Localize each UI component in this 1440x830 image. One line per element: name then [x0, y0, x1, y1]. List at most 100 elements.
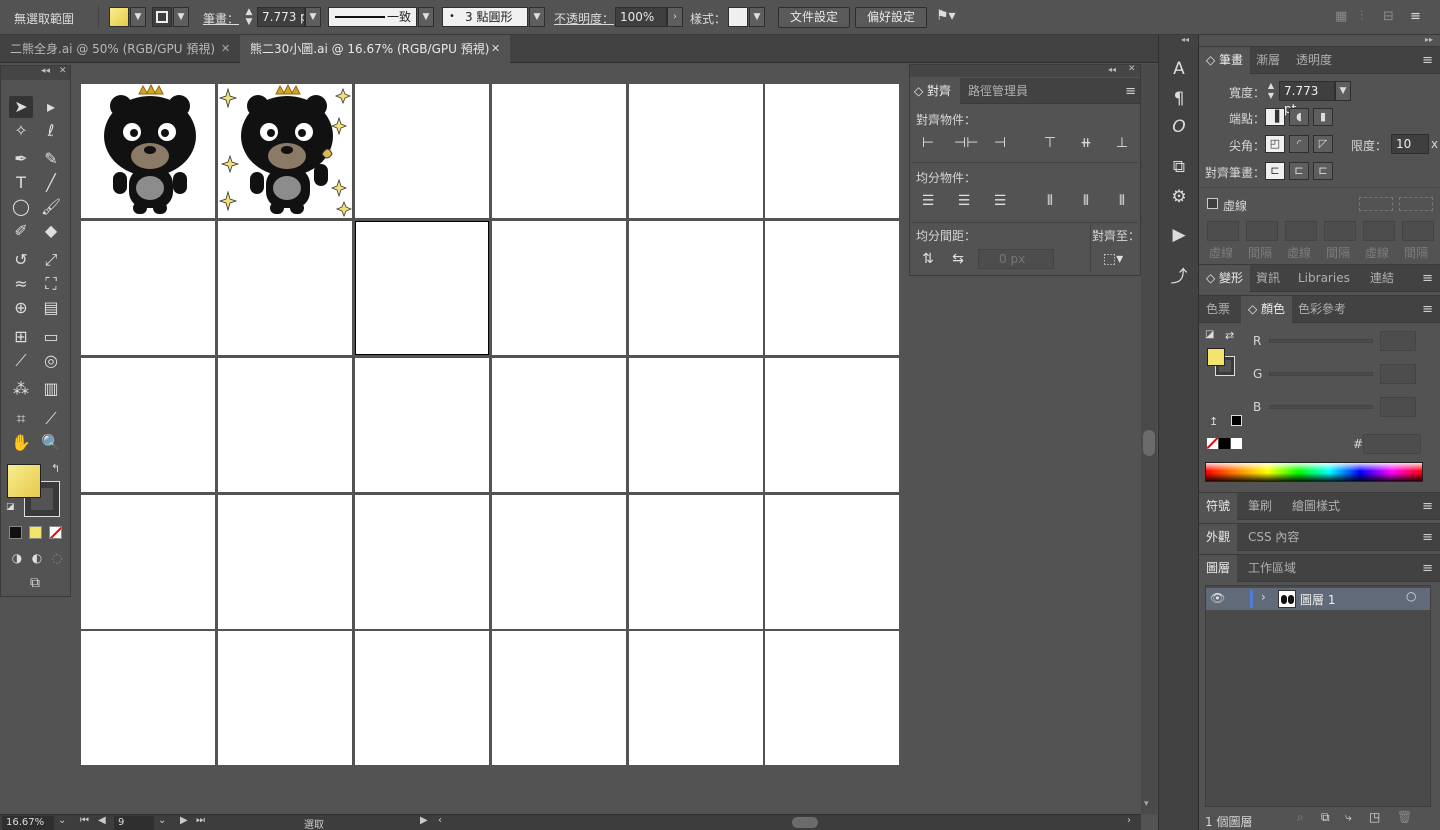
- round-join-icon[interactable]: ◜: [1289, 135, 1309, 153]
- distribute-horizontal-center-icon[interactable]: ⦀: [1076, 191, 1096, 211]
- eraser-tool-icon[interactable]: ◆: [39, 220, 63, 242]
- shape-builder-tool-icon[interactable]: ⊕: [9, 297, 33, 319]
- close-icon[interactable]: ✕: [491, 35, 500, 63]
- stroke-weight-input[interactable]: 7.773 pt: [1279, 81, 1335, 116]
- style-swatch[interactable]: [728, 7, 748, 27]
- tab-document-1[interactable]: 二熊全身.ai @ 50% (RGB/GPU 預視): [0, 35, 240, 63]
- scroll-thumb[interactable]: [1143, 430, 1155, 456]
- tab-pathfinder[interactable]: 路徑管理員: [968, 78, 1028, 104]
- align-horizontal-center-icon[interactable]: ⊣⊢: [954, 133, 978, 153]
- locate-object-icon[interactable]: ⌕: [1297, 810, 1304, 825]
- tab-brushes[interactable]: 筆刷: [1241, 493, 1279, 520]
- properties-gear-icon[interactable]: ⚙: [1167, 185, 1191, 209]
- channel-r-slider[interactable]: [1269, 339, 1373, 343]
- first-artboard-icon[interactable]: ⏮: [80, 815, 89, 826]
- none-mode-icon[interactable]: [49, 526, 62, 539]
- artboard[interactable]: [81, 495, 215, 629]
- style-dropdown[interactable]: ▼: [749, 7, 765, 27]
- dash-input[interactable]: [1207, 221, 1239, 241]
- width-tool-icon[interactable]: ≈: [9, 273, 33, 295]
- rotate-tool-icon[interactable]: ↺: [9, 249, 33, 271]
- artboard[interactable]: [629, 631, 763, 765]
- arrange-documents-icon[interactable]: ⚑▾: [936, 8, 956, 24]
- tab-align[interactable]: ◇ 對齊: [910, 78, 960, 104]
- tab-gradient[interactable]: 漸層: [1249, 47, 1287, 74]
- zoom-input[interactable]: 16.67%: [2, 816, 54, 830]
- panel-menu-icon[interactable]: ≡: [1422, 53, 1433, 68]
- shaper-tool-icon[interactable]: ✐: [9, 220, 33, 242]
- vertical-scrollbar[interactable]: ▾: [1141, 64, 1157, 814]
- horizontal-distribute-space-icon[interactable]: ⇆: [948, 249, 968, 269]
- stroke-dropdown[interactable]: ▼: [173, 7, 189, 27]
- stroke-swatch[interactable]: [152, 7, 172, 27]
- magic-wand-tool-icon[interactable]: ✧: [9, 120, 33, 142]
- artboard[interactable]: [218, 631, 352, 765]
- align-icon[interactable]: ⫶: [1360, 9, 1363, 24]
- align-left-icon[interactable]: ⊢: [918, 133, 938, 153]
- zoom-dropdown-icon[interactable]: ⌄: [58, 815, 66, 826]
- artboard[interactable]: [765, 631, 899, 765]
- character-icon[interactable]: A: [1167, 57, 1191, 81]
- bevel-join-icon[interactable]: ◸: [1313, 135, 1333, 153]
- tab-symbols[interactable]: 符號: [1199, 493, 1238, 520]
- white-swatch[interactable]: [1231, 438, 1242, 449]
- panel-menu-icon[interactable]: ≡: [1422, 530, 1433, 545]
- artboard[interactable]: [218, 83, 353, 218]
- new-sublayer-icon[interactable]: ⤷: [1345, 810, 1352, 825]
- lasso-tool-icon[interactable]: ℓ: [39, 120, 63, 142]
- tab-css-properties[interactable]: CSS 內容: [1241, 524, 1306, 551]
- swap-colors-icon[interactable]: ↰: [51, 462, 60, 475]
- layer-row[interactable]: 👁 › 圖層 1 ○: [1206, 588, 1430, 610]
- artboard[interactable]: [492, 358, 626, 492]
- dash-preserve-icon[interactable]: [1359, 197, 1393, 211]
- close-icon[interactable]: ✕: [221, 35, 230, 63]
- align-top-icon[interactable]: ⊤: [1040, 133, 1060, 153]
- tab-graphic-styles[interactable]: 繪圖樣式: [1285, 493, 1347, 520]
- artboard[interactable]: [355, 84, 489, 218]
- panel-menu-icon[interactable]: ≡: [1422, 561, 1433, 576]
- stroke-profile-dropdown[interactable]: ▼: [418, 7, 434, 27]
- channel-g-input[interactable]: [1380, 364, 1416, 384]
- distribute-right-icon[interactable]: ⦀: [1112, 191, 1132, 211]
- document-setup-button[interactable]: 文件設定: [778, 7, 850, 28]
- scroll-left-icon[interactable]: ‹: [438, 815, 442, 826]
- type-tool-icon[interactable]: T: [9, 172, 33, 194]
- artboard[interactable]: [629, 221, 763, 355]
- tab-color[interactable]: ◇ 顏色: [1241, 296, 1293, 323]
- preferences-button[interactable]: 偏好設定: [855, 7, 927, 28]
- gradient-mode-icon[interactable]: [29, 526, 42, 539]
- artboard[interactable]: [81, 358, 215, 492]
- artboard[interactable]: [765, 84, 899, 218]
- weight-dropdown[interactable]: ▼: [1335, 81, 1351, 101]
- artboard[interactable]: [492, 631, 626, 765]
- align-bottom-icon[interactable]: ⊥: [1112, 133, 1132, 153]
- paintbrush-tool-icon[interactable]: 🖌: [39, 196, 63, 218]
- scroll-right-icon[interactable]: ›: [1127, 815, 1131, 826]
- black-swatch[interactable]: [1219, 438, 1230, 449]
- artboard[interactable]: [218, 495, 352, 629]
- artboard[interactable]: [355, 495, 489, 629]
- line-tool-icon[interactable]: ╱: [39, 172, 63, 194]
- tab-info[interactable]: 資訊: [1249, 265, 1287, 292]
- fill-color-swatch[interactable]: [7, 464, 41, 498]
- collapse-dock-icon[interactable]: ▸▸: [1425, 35, 1433, 44]
- align-to-dropdown-icon[interactable]: ⬚▾: [1098, 249, 1128, 269]
- expand-icon[interactable]: ◂◂: [1181, 35, 1189, 44]
- tab-appearance[interactable]: 外觀: [1199, 524, 1238, 551]
- artboard[interactable]: [218, 358, 352, 492]
- clipping-mask-icon[interactable]: ⧉: [1321, 810, 1330, 825]
- toolbox-header[interactable]: ◂◂ ✕: [1, 66, 70, 80]
- tab-stroke[interactable]: ◇ 筆畫: [1199, 47, 1251, 74]
- distribute-icon[interactable]: ⊟: [1383, 9, 1394, 24]
- tab-libraries[interactable]: Libraries: [1291, 265, 1357, 292]
- color-mode-icon[interactable]: [9, 526, 22, 539]
- projecting-cap-icon[interactable]: ▮: [1313, 108, 1333, 126]
- miter-join-icon[interactable]: ◰: [1265, 135, 1285, 153]
- artboard[interactable]: [355, 631, 489, 765]
- distribute-bottom-icon[interactable]: ☰: [990, 191, 1010, 211]
- panel-header[interactable]: ◂◂ ✕: [910, 64, 1140, 77]
- artboard[interactable]: [492, 221, 626, 355]
- gradient-tool-icon[interactable]: ▭: [39, 326, 63, 348]
- channel-r-input[interactable]: [1380, 331, 1416, 351]
- artboard[interactable]: [355, 358, 489, 492]
